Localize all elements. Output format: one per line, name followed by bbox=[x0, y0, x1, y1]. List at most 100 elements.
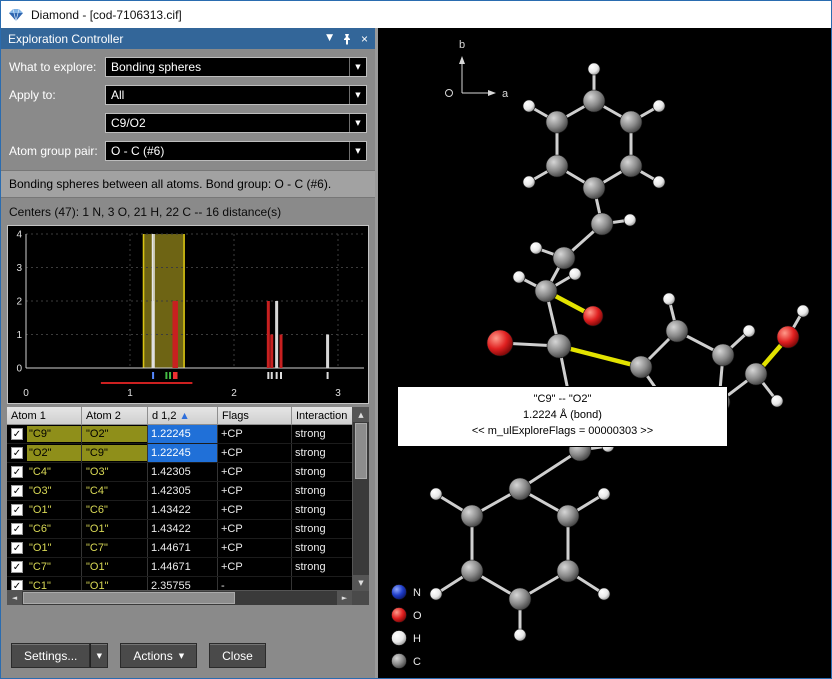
histogram-bar[interactable] bbox=[280, 335, 283, 369]
bond-table-body[interactable]: ✓"C9""O2"1.22245+CPstrong✓"O2""C9"1.2224… bbox=[7, 425, 352, 590]
col-header-interaction[interactable]: Interaction bbox=[292, 407, 352, 425]
atom-H[interactable] bbox=[430, 588, 442, 600]
atom-H[interactable] bbox=[523, 176, 535, 188]
row-checkbox[interactable]: ✓ bbox=[11, 542, 23, 554]
atom-H[interactable] bbox=[530, 242, 542, 254]
atom-H[interactable] bbox=[523, 100, 535, 112]
atom-C[interactable] bbox=[712, 344, 734, 366]
scroll-up-icon[interactable]: ▲ bbox=[353, 407, 369, 422]
atom-C[interactable] bbox=[535, 280, 557, 302]
histogram-bar[interactable] bbox=[175, 301, 178, 368]
explore-combo[interactable]: Bonding spheres ▼ bbox=[105, 57, 367, 77]
atom-H[interactable] bbox=[598, 588, 610, 600]
atom-O[interactable] bbox=[583, 306, 603, 326]
atom-O[interactable] bbox=[487, 330, 513, 356]
settings-button[interactable]: Settings... bbox=[11, 643, 90, 668]
structure-3d-view[interactable]: b a NOHC "C9" -- "O2" 1.2224 Å (bond) <<… bbox=[378, 28, 831, 678]
atom-C[interactable] bbox=[546, 111, 568, 133]
atom-C[interactable] bbox=[509, 478, 531, 500]
row-checkbox[interactable]: ✓ bbox=[11, 561, 23, 573]
close-panel-icon[interactable]: × bbox=[361, 33, 368, 45]
atom-C[interactable] bbox=[666, 320, 688, 342]
pair-combo[interactable]: C9/O2 ▼ bbox=[105, 113, 367, 133]
horizontal-scroll-thumb[interactable] bbox=[23, 592, 235, 604]
vertical-scroll-track[interactable] bbox=[353, 480, 369, 575]
atom-H[interactable] bbox=[797, 305, 809, 317]
chevron-down-icon[interactable]: ▼ bbox=[349, 58, 366, 76]
table-vertical-scrollbar[interactable]: ▲ ▼ bbox=[352, 407, 369, 590]
atom-C[interactable] bbox=[557, 560, 579, 582]
atom-H[interactable] bbox=[598, 488, 610, 500]
table-row[interactable]: ✓"O2""C9"1.22245+CPstrong bbox=[7, 444, 352, 463]
col-header-d12[interactable]: d 1,2 ▲ bbox=[148, 407, 218, 425]
table-row[interactable]: ✓"O1""C7"1.44671+CPstrong bbox=[7, 539, 352, 558]
group-combo[interactable]: O - C (#6) ▼ bbox=[105, 141, 367, 161]
atom-C[interactable] bbox=[553, 247, 575, 269]
atom-C[interactable] bbox=[557, 505, 579, 527]
distance-histogram[interactable]: 012340123 bbox=[7, 225, 369, 404]
table-horizontal-scrollbar[interactable]: ◄ ► bbox=[7, 590, 369, 605]
row-checkbox[interactable]: ✓ bbox=[11, 523, 23, 535]
vertical-scroll-thumb[interactable] bbox=[355, 423, 367, 479]
atom-H[interactable] bbox=[663, 293, 675, 305]
atom-C[interactable] bbox=[745, 363, 767, 385]
atom-H[interactable] bbox=[569, 268, 581, 280]
settings-dropdown-icon[interactable]: ▼ bbox=[90, 643, 108, 668]
histogram-bar[interactable] bbox=[275, 301, 278, 368]
histogram-bar[interactable] bbox=[326, 335, 329, 369]
histogram-bar[interactable] bbox=[152, 301, 155, 368]
atom-C[interactable] bbox=[620, 155, 642, 177]
scroll-down-icon[interactable]: ▼ bbox=[353, 575, 369, 590]
atom-H[interactable] bbox=[588, 63, 600, 75]
horizontal-scroll-track[interactable] bbox=[236, 591, 337, 605]
table-row[interactable]: ✓"O3""C4"1.42305+CPstrong bbox=[7, 482, 352, 501]
panel-caption-bar[interactable]: Exploration Controller ▼ × bbox=[1, 28, 375, 49]
atom-C[interactable] bbox=[630, 356, 652, 378]
atom-H[interactable] bbox=[430, 488, 442, 500]
col-header-flags[interactable]: Flags bbox=[218, 407, 292, 425]
atom-H[interactable] bbox=[653, 100, 665, 112]
title-bar[interactable]: Diamond - [cod-7106313.cif] bbox=[1, 1, 831, 28]
chevron-down-icon[interactable]: ▼ bbox=[349, 114, 366, 132]
molecule-canvas[interactable]: b a NOHC bbox=[378, 28, 830, 677]
atom-C[interactable] bbox=[591, 213, 613, 235]
atom-H[interactable] bbox=[771, 395, 783, 407]
atom-H[interactable] bbox=[653, 176, 665, 188]
atom-H[interactable] bbox=[743, 325, 755, 337]
pin-icon[interactable] bbox=[342, 33, 352, 45]
table-row[interactable]: ✓"C4""O3"1.42305+CPstrong bbox=[7, 463, 352, 482]
chevron-down-icon[interactable]: ▼ bbox=[349, 142, 366, 160]
histogram-bar[interactable] bbox=[270, 335, 273, 369]
apply-combo[interactable]: All ▼ bbox=[105, 85, 367, 105]
atom-C[interactable] bbox=[620, 111, 642, 133]
table-row[interactable]: ✓"C9""O2"1.22245+CPstrong bbox=[7, 425, 352, 444]
atom-C[interactable] bbox=[583, 177, 605, 199]
row-checkbox[interactable]: ✓ bbox=[11, 447, 23, 459]
panel-menu-icon[interactable]: ▼ bbox=[326, 34, 333, 43]
table-row[interactable]: ✓"C6""O1"1.43422+CPstrong bbox=[7, 520, 352, 539]
col-header-atom1[interactable]: Atom 1 bbox=[7, 407, 82, 425]
table-row[interactable]: ✓"C1""O1"2.35755- bbox=[7, 577, 352, 590]
chevron-down-icon[interactable]: ▼ bbox=[349, 86, 366, 104]
highlighted-bond[interactable] bbox=[559, 346, 641, 367]
row-checkbox[interactable]: ✓ bbox=[11, 485, 23, 497]
close-button[interactable]: Close bbox=[209, 643, 266, 668]
table-row[interactable]: ✓"C7""O1"1.44671+CPstrong bbox=[7, 558, 352, 577]
row-checkbox[interactable]: ✓ bbox=[11, 428, 23, 440]
actions-button[interactable]: Actions ▼ bbox=[120, 643, 197, 668]
atom-H[interactable] bbox=[624, 214, 636, 226]
atom-C[interactable] bbox=[461, 560, 483, 582]
row-checkbox[interactable]: ✓ bbox=[11, 580, 23, 590]
col-header-atom2[interactable]: Atom 2 bbox=[82, 407, 148, 425]
atom-C[interactable] bbox=[509, 588, 531, 610]
row-checkbox[interactable]: ✓ bbox=[11, 466, 23, 478]
row-checkbox[interactable]: ✓ bbox=[11, 504, 23, 516]
atom-C[interactable] bbox=[583, 90, 605, 112]
table-row[interactable]: ✓"O1""C6"1.43422+CPstrong bbox=[7, 501, 352, 520]
scroll-left-icon[interactable]: ◄ bbox=[7, 591, 22, 605]
atom-H[interactable] bbox=[514, 629, 526, 641]
atom-C[interactable] bbox=[546, 155, 568, 177]
atom-C[interactable] bbox=[547, 334, 571, 358]
distance-histogram-svg[interactable]: 012340123 bbox=[8, 226, 371, 403]
histogram-bar[interactable] bbox=[267, 301, 270, 368]
